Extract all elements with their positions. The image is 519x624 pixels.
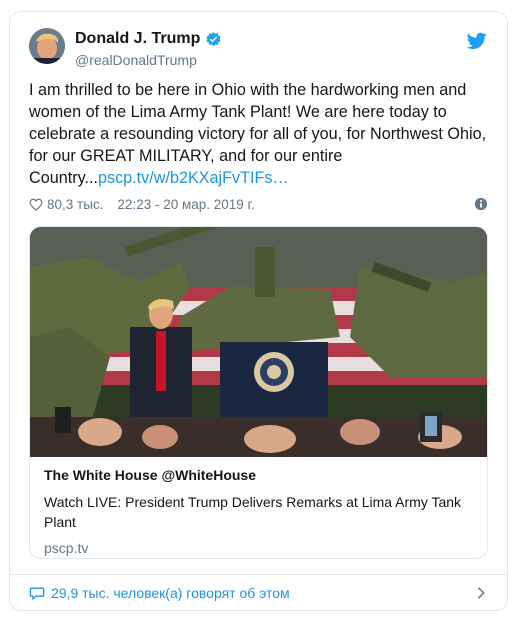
avatar[interactable] (29, 28, 65, 64)
tweet-meta: 80,3 тыс. 22:23 - 20 мар. 2019 г. (29, 194, 488, 214)
conversation-count[interactable]: 29,9 тыс. человек(а) говорят об этом (51, 585, 290, 601)
info-icon[interactable] (474, 197, 488, 211)
tweet-card: Donald J. Trump @realDonaldTrump I am th… (9, 11, 508, 611)
footer-divider (10, 574, 507, 575)
reply-bubble-icon (29, 587, 45, 600)
preview-image (30, 227, 487, 457)
preview-title: Watch LIVE: President Trump Delivers Rem… (44, 494, 462, 530)
timestamp[interactable]: 22:23 - 20 мар. 2019 г. (117, 197, 254, 212)
tweet-link[interactable]: pscp.tv/w/b2KXajFvTIFs… (98, 169, 289, 187)
heart-icon[interactable] (29, 198, 43, 211)
preview-author: The White House @WhiteHouse (44, 467, 256, 483)
chevron-right-icon[interactable] (474, 586, 488, 600)
link-preview-card[interactable]: The White House @WhiteHouse Watch LIVE: … (29, 226, 488, 559)
twitter-bird-icon[interactable] (467, 32, 487, 50)
tweet-text: I am thrilled to be here in Ohio with th… (29, 79, 494, 189)
author-handle[interactable]: @realDonaldTrump (75, 52, 197, 68)
conversation-footer[interactable]: 29,9 тыс. человек(а) говорят об этом (29, 583, 488, 603)
like-count: 80,3 тыс. (47, 196, 104, 212)
verified-icon (206, 31, 221, 46)
preview-domain: pscp.tv (44, 540, 89, 556)
author-name[interactable]: Donald J. Trump (75, 30, 200, 48)
